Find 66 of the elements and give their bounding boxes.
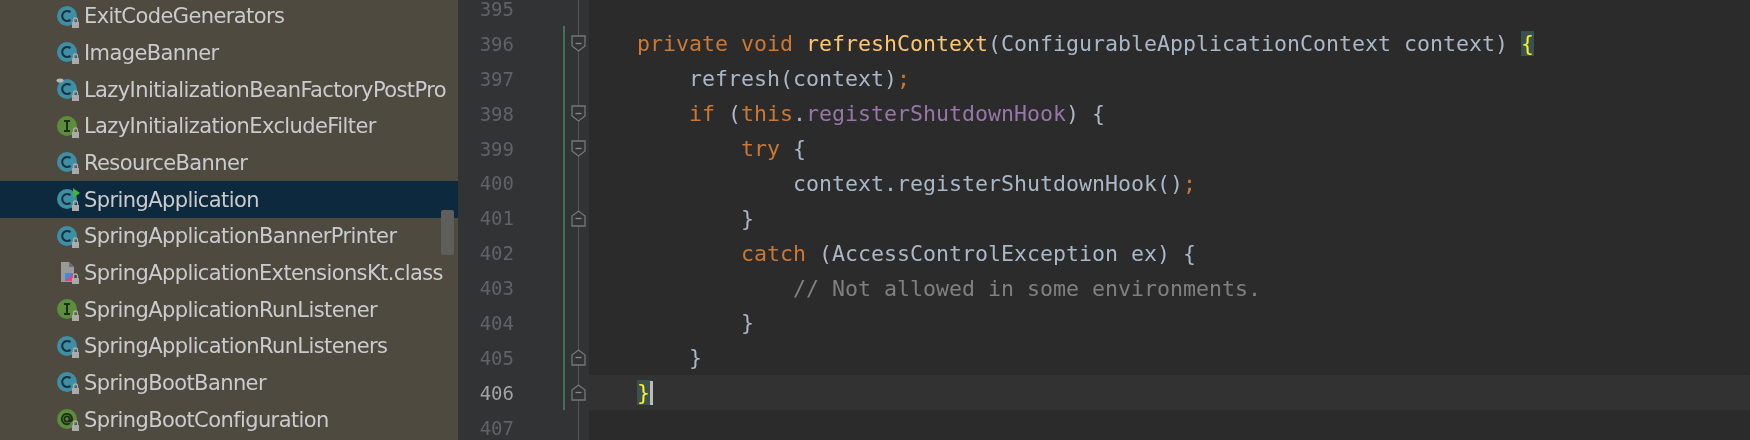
code-comment: // Not allowed in some environments.: [792, 275, 1262, 301]
fold-marker-icon[interactable]: [571, 140, 586, 158]
code-token: registerShutdownHook: [806, 101, 1067, 127]
tree-item-label: LazyInitializationExcludeFilter: [84, 114, 376, 139]
class-icon: [56, 40, 81, 66]
tree-item-label: SpringBootConfiguration: [84, 407, 329, 432]
interface-icon: [56, 113, 81, 139]
code-token: private void: [637, 31, 794, 57]
fold-marker-icon[interactable]: [571, 209, 586, 227]
code-token: ) {: [1066, 101, 1106, 127]
class-icon: [56, 370, 81, 396]
interface-icon: [56, 297, 81, 323]
tree-item-label: SpringBootBanner: [84, 370, 266, 395]
code-token: if: [688, 101, 715, 127]
code-token: }: [688, 345, 702, 371]
code-token: (ConfigurableApplicationContext context): [988, 31, 1510, 57]
class-icon: [56, 77, 81, 103]
code-token: {: [1521, 31, 1535, 57]
class-icon: [56, 3, 81, 29]
scrollbar-thumb[interactable]: [441, 210, 454, 255]
code-token: refresh(context): [688, 66, 897, 92]
tree-item-label: SpringApplicationRunListeners: [84, 334, 388, 359]
class-icon: [56, 333, 81, 359]
code-token: ;: [1183, 170, 1197, 196]
fold-marker-icon[interactable]: [571, 349, 586, 367]
fold-marker-icon[interactable]: [571, 105, 586, 123]
tree-item[interactable]: SpringBootBanner: [0, 364, 458, 402]
code-token: refreshContext: [806, 31, 989, 57]
tree-item-label: SpringApplication: [84, 187, 259, 212]
tree-item[interactable]: SpringApplicationRunListeners: [0, 327, 458, 365]
tree-item[interactable]: SpringApplicationRunListener: [0, 291, 458, 328]
line-number: 406: [478, 381, 514, 404]
code-token: }: [740, 310, 754, 336]
tree-item[interactable]: SpringApplicationBannerPrinter: [0, 217, 458, 255]
class-icon: [56, 150, 81, 176]
tree-item-label: SpringApplicationBannerPrinter: [84, 224, 397, 249]
code-token: try: [740, 136, 780, 161]
tree-item-label: SpringApplicationRunListener: [84, 297, 378, 322]
tree-item[interactable]: ImageBanner: [0, 34, 458, 72]
tree-item-label: ResourceBanner: [84, 150, 248, 175]
code-token: (AccessControlException ex) {: [818, 240, 1197, 266]
code-token: (: [727, 101, 742, 127]
code-token: .: [793, 101, 807, 127]
tree-item-label: LazyInitializationBeanFactoryPostPro: [84, 77, 446, 102]
code-token: context.registerShutdownHook(): [792, 170, 1184, 196]
code-token: }: [740, 205, 754, 231]
code-token: this: [741, 101, 794, 127]
tree-item[interactable]: SpringApplicationExtensionsKt.class: [0, 254, 458, 292]
tree-item[interactable]: SpringBootConfiguration: [0, 401, 458, 438]
fold-marker-icon[interactable]: [571, 384, 586, 402]
code-token: }: [637, 380, 650, 406]
tree-item[interactable]: ResourceBanner: [0, 144, 458, 182]
text-caret: [650, 380, 653, 405]
code-token: ;: [897, 66, 911, 92]
code-token: catch: [740, 240, 806, 266]
fold-marker-icon[interactable]: [571, 35, 586, 53]
tree-item[interactable]: SpringApplication: [0, 181, 458, 218]
tree-item-label: ExitCodeGenerators: [84, 4, 285, 29]
annotation-icon: [56, 407, 81, 433]
tree-item-label: ImageBanner: [84, 41, 219, 65]
class-icon: [56, 223, 81, 249]
code-token: {: [792, 136, 807, 161]
tree-item[interactable]: ExitCodeGenerators: [0, 0, 458, 35]
tree-item-label: SpringApplicationExtensionsKt.class: [84, 260, 443, 285]
tree-item[interactable]: LazyInitializationExcludeFilter: [0, 107, 458, 145]
tree-item[interactable]: LazyInitializationBeanFactoryPostPro: [0, 71, 458, 108]
